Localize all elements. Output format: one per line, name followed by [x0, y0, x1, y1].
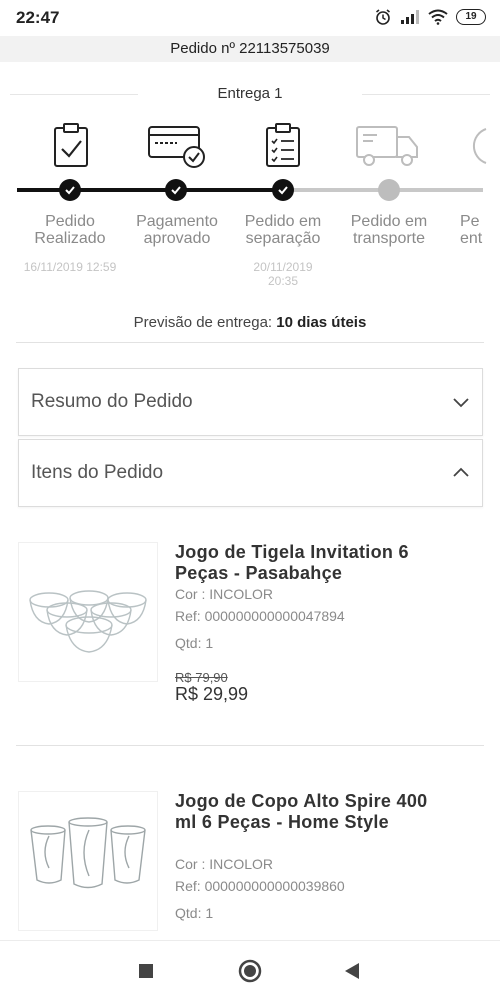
product-price: R$ 29,99 — [175, 684, 249, 704]
status-icons: 19 — [374, 8, 486, 26]
divider — [16, 745, 484, 746]
product-image[interactable] — [18, 542, 158, 682]
signal-icon — [401, 10, 419, 24]
product-ref: Ref: 000000000000047894 — [175, 608, 345, 624]
status-bar: 22:47 19 — [0, 0, 500, 36]
step-label: Pagamento aprovado — [122, 213, 232, 247]
step-label: Pedido em transporte — [334, 213, 444, 247]
product-old-price: R$ 79,90 — [175, 670, 228, 685]
timeline-dot-done — [272, 179, 294, 201]
step-label-line: ent — [460, 230, 483, 247]
product-qty: Qtd: 1 — [175, 905, 214, 921]
accordion-label: Resumo do Pedido — [31, 391, 193, 412]
product-image[interactable] — [18, 791, 158, 931]
product-item[interactable]: Jogo de Tigela Invitation 6 Peças - Pasa… — [18, 542, 483, 712]
order-number: Pedido nº 22113575039 — [0, 36, 500, 62]
timeline-track-done — [17, 188, 283, 192]
step-date-line: 20:35 — [267, 274, 299, 288]
step-label: Pedido Realizado — [15, 213, 125, 247]
recent-apps-icon[interactable] — [138, 963, 154, 979]
step-date: 16/11/2019 12:59 — [15, 260, 125, 274]
forecast-label: Previsão de entrega: — [133, 314, 273, 331]
delivery-forecast: Previsão de entrega: 10 dias úteis — [0, 314, 500, 331]
glass-tumblers-image — [30, 817, 146, 889]
step-label-line: Pedido em — [350, 213, 428, 230]
timeline-dot-done — [59, 179, 81, 201]
product-item[interactable]: Jogo de Copo Alto Spire 400 ml 6 Peças -… — [18, 791, 483, 939]
step-label-line: Pedido em — [244, 213, 322, 230]
step-label-line: Realizado — [34, 230, 106, 247]
chevron-down-icon — [453, 398, 469, 408]
order-summary-accordion[interactable]: Resumo do Pedido — [18, 368, 483, 436]
wifi-icon — [428, 9, 448, 25]
step-label-line: transporte — [352, 230, 426, 247]
accordion-label: Itens do Pedido — [31, 462, 164, 483]
order-items-accordion[interactable]: Itens do Pedido — [18, 439, 483, 507]
alarm-icon — [376, 9, 390, 25]
delivery-header: Entrega 1 — [0, 82, 500, 106]
credit-card-check-icon — [148, 126, 205, 168]
step-label: Pe ent — [460, 213, 500, 247]
step-label: Pedido em separação — [228, 213, 338, 247]
forecast-value: 10 dias úteis — [276, 314, 367, 331]
timeline-dot-pending — [378, 179, 400, 201]
step-date: 20/11/2019 20:35 — [228, 260, 338, 288]
step-label-line: aprovado — [143, 230, 211, 247]
step-date-line: 16/11/2019 12:59 — [23, 260, 117, 274]
product-qty: Qtd: 1 — [175, 635, 214, 651]
check-icon — [171, 186, 181, 195]
status-time: 22:47 — [16, 8, 60, 27]
check-icon — [65, 186, 75, 195]
step-label-line: Pedido — [45, 213, 95, 230]
timeline-dot-done — [165, 179, 187, 201]
chevron-up-icon — [453, 467, 469, 477]
delivery-title: Entrega 1 — [217, 85, 283, 102]
product-name[interactable]: Jogo de Tigela Invitation 6 Peças - Pasa… — [175, 542, 445, 584]
glass-bowls-image — [29, 590, 147, 653]
navigation-bar — [0, 940, 500, 1000]
home-icon[interactable] — [238, 959, 262, 983]
checklist-icon — [266, 123, 300, 167]
clock-icon — [472, 128, 487, 164]
step-date-line: 20/11/2019 — [253, 260, 313, 274]
back-icon[interactable] — [343, 962, 361, 980]
divider — [16, 342, 484, 343]
truck-icon — [356, 126, 418, 166]
product-ref: Ref: 000000000000039860 — [175, 878, 345, 894]
delivery-timeline[interactable]: Pedido Realizado Pagamento aprovado Pedi… — [0, 115, 500, 295]
step-label-line: Pagamento — [136, 213, 218, 230]
step-label-line: separação — [245, 230, 321, 247]
product-color: Cor : INCOLOR — [175, 586, 274, 602]
step-label-line: Pe — [460, 213, 480, 230]
clipboard-check-icon — [54, 123, 88, 167]
battery-icon: 19 — [456, 9, 486, 25]
product-color: Cor : INCOLOR — [175, 856, 274, 872]
product-name[interactable]: Jogo de Copo Alto Spire 400 ml 6 Peças -… — [175, 791, 445, 833]
check-icon — [278, 186, 288, 195]
